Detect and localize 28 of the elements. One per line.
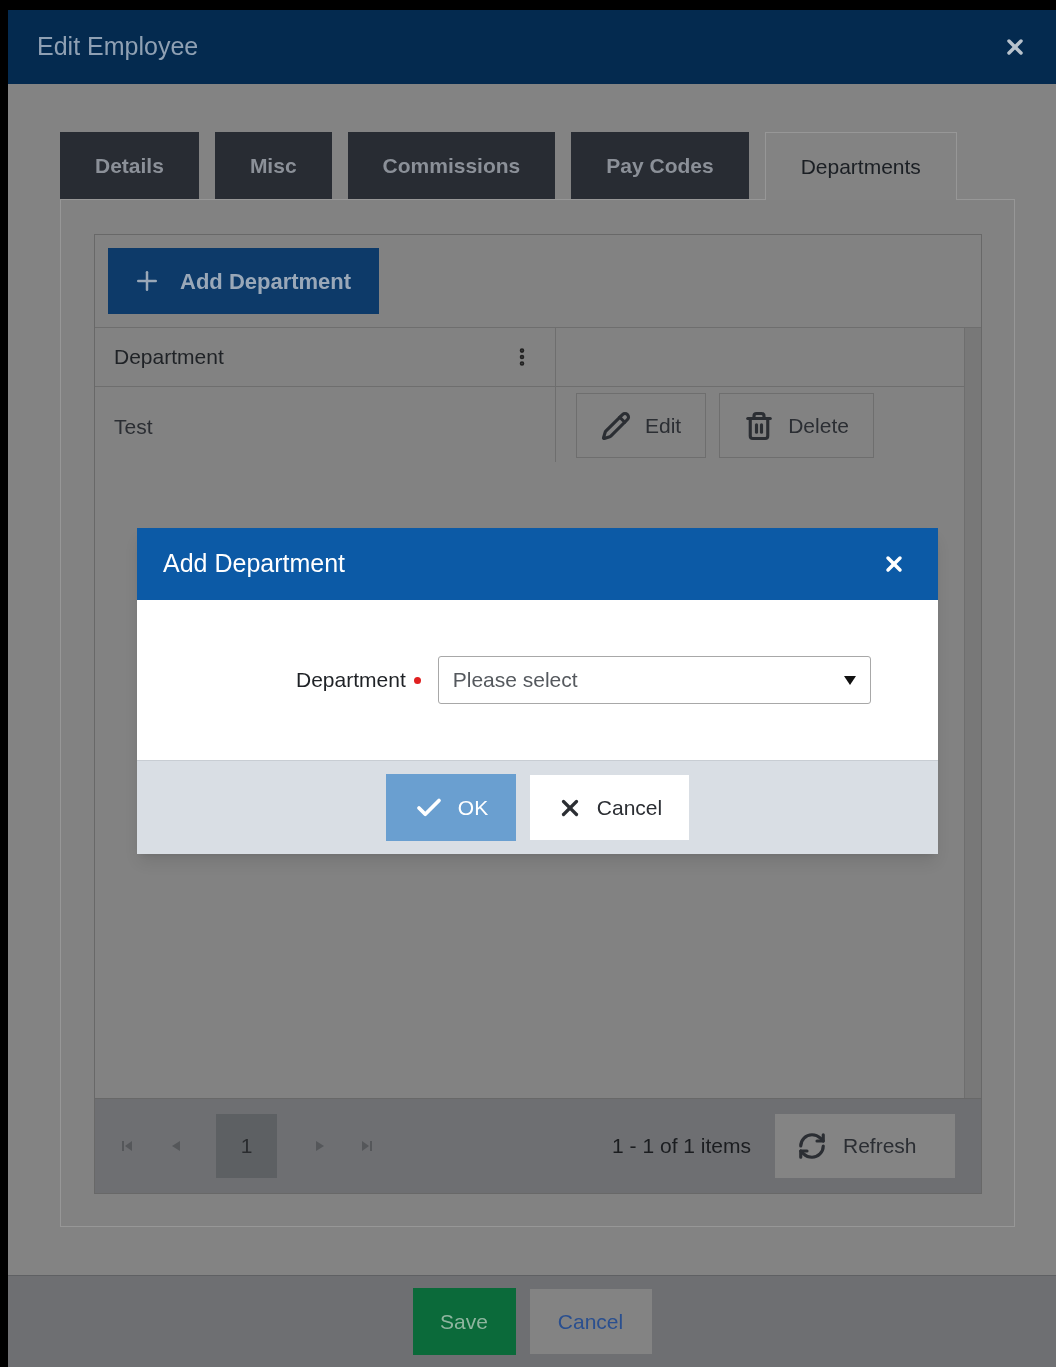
refresh-icon <box>797 1131 827 1161</box>
delete-button[interactable]: Delete <box>719 393 874 458</box>
tab[interactable]: Misc <box>214 132 332 199</box>
add-department-button[interactable]: Add Department <box>108 248 379 314</box>
column-title: Department <box>114 344 224 371</box>
first-page-icon[interactable] <box>121 1140 133 1152</box>
dropdown-caret-icon <box>843 675 856 685</box>
last-page-icon[interactable] <box>361 1140 373 1152</box>
table-cell: Test <box>95 387 556 462</box>
refresh-button[interactable]: Refresh <box>775 1114 955 1178</box>
tab[interactable]: Departments <box>764 132 957 200</box>
tab[interactable]: Pay Codes <box>571 132 749 199</box>
department-select[interactable]: Please select <box>437 656 871 704</box>
previous-page-icon[interactable] <box>171 1141 181 1151</box>
cancel-button[interactable]: Cancel <box>530 775 689 840</box>
tab[interactable]: Details <box>60 132 199 199</box>
trash-icon <box>744 410 775 441</box>
tab[interactable]: Commissions <box>347 132 556 199</box>
ok-button[interactable]: OK <box>386 774 516 841</box>
pencil-icon <box>601 410 631 441</box>
next-page-icon[interactable] <box>315 1141 325 1151</box>
edit-button[interactable]: Edit <box>576 393 707 458</box>
select-placeholder: Please select <box>452 667 578 694</box>
pager-info: 1 - 1 of 1 items <box>612 1133 751 1160</box>
window-title: Edit Employee <box>37 31 199 63</box>
dialog-title: Add Department <box>163 548 346 580</box>
save-button[interactable]: Save <box>412 1288 516 1355</box>
field-label: Department <box>296 667 406 694</box>
